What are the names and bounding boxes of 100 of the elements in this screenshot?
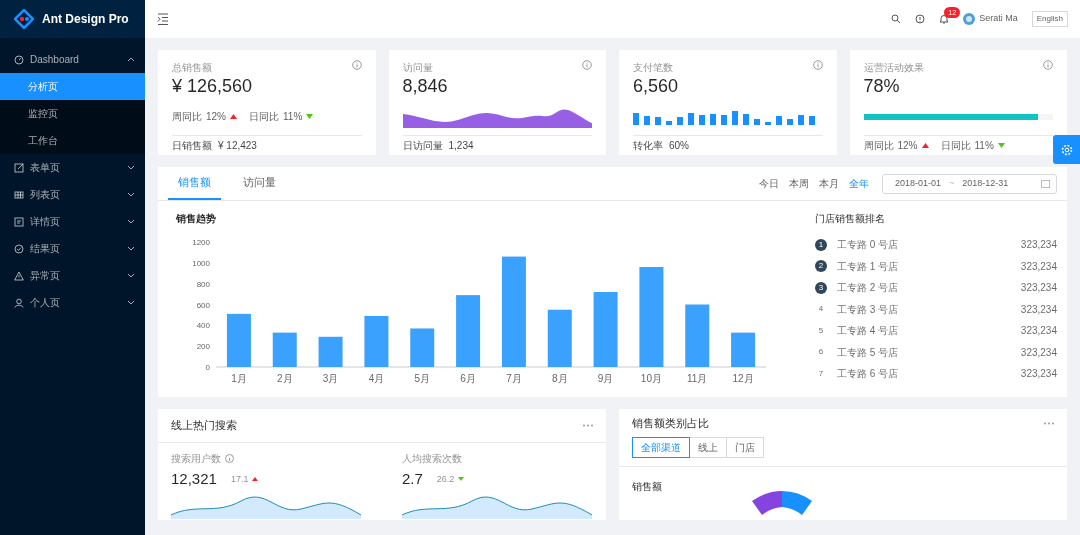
- change-value: 12%: [897, 138, 918, 153]
- section-label: 销售额: [632, 480, 662, 494]
- change-value: 11%: [283, 110, 303, 125]
- language-button[interactable]: English: [1031, 11, 1068, 27]
- menu-item[interactable]: 结果页: [0, 235, 145, 262]
- bar: [685, 304, 710, 367]
- axis-tick-label: 10月: [640, 373, 662, 384]
- menu-item[interactable]: 表单页: [0, 154, 145, 181]
- avatar: [963, 13, 976, 25]
- axis-tick-label: 5月: [414, 373, 431, 384]
- chart-title: 销售趋势: [176, 212, 217, 226]
- menu-item[interactable]: 异常页: [0, 262, 145, 289]
- submenu-item[interactable]: 监控页: [0, 100, 145, 127]
- rank-number: 5: [817, 324, 825, 337]
- warning-icon: [14, 270, 24, 281]
- menu-item[interactable]: Dashboard: [0, 46, 145, 73]
- store-sales: 323,234: [1020, 345, 1057, 360]
- axis-tick-label: 9月: [597, 373, 614, 384]
- store-sales: 323,234: [1020, 324, 1057, 339]
- more-icon[interactable]: [1044, 421, 1054, 425]
- info-icon[interactable]: [351, 60, 362, 70]
- axis-tick-label: 3月: [322, 373, 339, 384]
- info-icon[interactable]: [582, 60, 592, 70]
- dashboard-icon: [14, 54, 24, 65]
- segment-button[interactable]: 线上: [689, 437, 727, 458]
- calendar-icon: [1041, 179, 1050, 188]
- store-sales: 323,234: [1020, 281, 1057, 296]
- range-link[interactable]: 本月: [814, 176, 844, 191]
- stat-title: 总销售额: [172, 61, 212, 75]
- metric-label: 搜索用户数: [171, 452, 221, 466]
- store-name: 工专路 0 号店: [837, 238, 900, 253]
- footer-label: 日销售额: [172, 138, 212, 153]
- stat-title: 运营活动效果: [863, 61, 924, 75]
- date-range-field[interactable]: 2018-01-01 ~ 2018-12-31: [882, 173, 1057, 194]
- bar: [731, 332, 756, 367]
- check-circle-icon: [14, 243, 24, 254]
- rank-number: 4: [817, 303, 825, 316]
- logo-icon: [14, 9, 34, 29]
- store-name: 工专路 5 号店: [837, 345, 900, 360]
- stat-value: 78%: [863, 75, 901, 98]
- menu-item[interactable]: 列表页: [0, 181, 145, 208]
- store-sales: 323,234: [1020, 302, 1057, 317]
- search-icon[interactable]: [891, 14, 902, 24]
- axis-tick-label: 8月: [551, 373, 568, 384]
- rank-number: 2: [815, 260, 827, 273]
- axis-tick-label: 600: [196, 300, 210, 310]
- axis-tick-label: 1月: [231, 373, 247, 384]
- metric-value: 12,321: [171, 469, 217, 489]
- stat-title: 支付笔数: [633, 61, 673, 75]
- axis-tick-label: 2月: [276, 373, 293, 384]
- footer-value: ¥ 12,423: [218, 138, 257, 153]
- user-name[interactable]: Serati Ma: [979, 12, 1018, 26]
- bell-icon[interactable]: [939, 14, 950, 24]
- help-icon[interactable]: [915, 14, 926, 24]
- store-sales: 323,234: [1020, 367, 1057, 382]
- menu-item[interactable]: 个人页: [0, 289, 145, 316]
- ranking-title: 门店销售额排名: [815, 212, 886, 226]
- range-link[interactable]: 本周: [784, 176, 814, 191]
- metric-value: 2.7: [402, 469, 423, 489]
- bar: [547, 309, 572, 367]
- axis-tick-label: 12月: [732, 373, 754, 384]
- user-icon: [14, 297, 24, 308]
- store-name: 工专路 6 号店: [837, 367, 900, 382]
- range-link[interactable]: 今日: [754, 176, 784, 191]
- card-title: 销售额类别占比: [632, 415, 709, 431]
- more-icon[interactable]: [583, 424, 593, 427]
- segment-button[interactable]: 门店: [726, 437, 764, 458]
- menu-fold-icon[interactable]: [157, 12, 169, 26]
- axis-tick-label: 4月: [368, 373, 385, 384]
- change-label: 日同比: [940, 138, 971, 153]
- info-icon[interactable]: [1043, 60, 1053, 70]
- menu-item[interactable]: 详情页: [0, 208, 145, 235]
- rank-number: 3: [815, 281, 827, 294]
- axis-tick-label: 6月: [460, 373, 476, 384]
- change-label: 日同比: [249, 110, 279, 125]
- donut-chart-drawing: [752, 491, 812, 515]
- axis-tick-label: 11月: [687, 373, 708, 384]
- document-icon: [14, 216, 24, 227]
- stat-value: 6,560: [633, 75, 680, 98]
- change-value: 11%: [974, 138, 994, 153]
- submenu-item[interactable]: 工作台: [0, 127, 145, 154]
- info-icon[interactable]: [812, 60, 823, 70]
- store-name: 工专路 3 号店: [837, 302, 900, 317]
- metric-label: 人均搜索次数: [402, 452, 462, 466]
- footer-label: 日访问量: [402, 138, 443, 153]
- edit-icon: [14, 162, 24, 173]
- table-icon: [14, 189, 24, 200]
- tab[interactable]: 访问量: [233, 167, 286, 200]
- store-name: 工专路 1 号店: [837, 259, 900, 274]
- store-sales: 323,234: [1020, 238, 1057, 253]
- footer-label: 转化率: [633, 138, 663, 153]
- info-icon[interactable]: [225, 454, 234, 463]
- footer-value: 60%: [669, 138, 689, 153]
- axis-tick-label: 0: [205, 363, 210, 372]
- footer-value: 1,234: [448, 138, 474, 153]
- change-label: 周同比: [172, 110, 202, 125]
- axis-tick-label: 800: [196, 279, 210, 289]
- brand-name: Ant Design Pro: [42, 11, 129, 28]
- settings-button[interactable]: [1053, 135, 1080, 164]
- metric-change: 26.2: [436, 472, 455, 486]
